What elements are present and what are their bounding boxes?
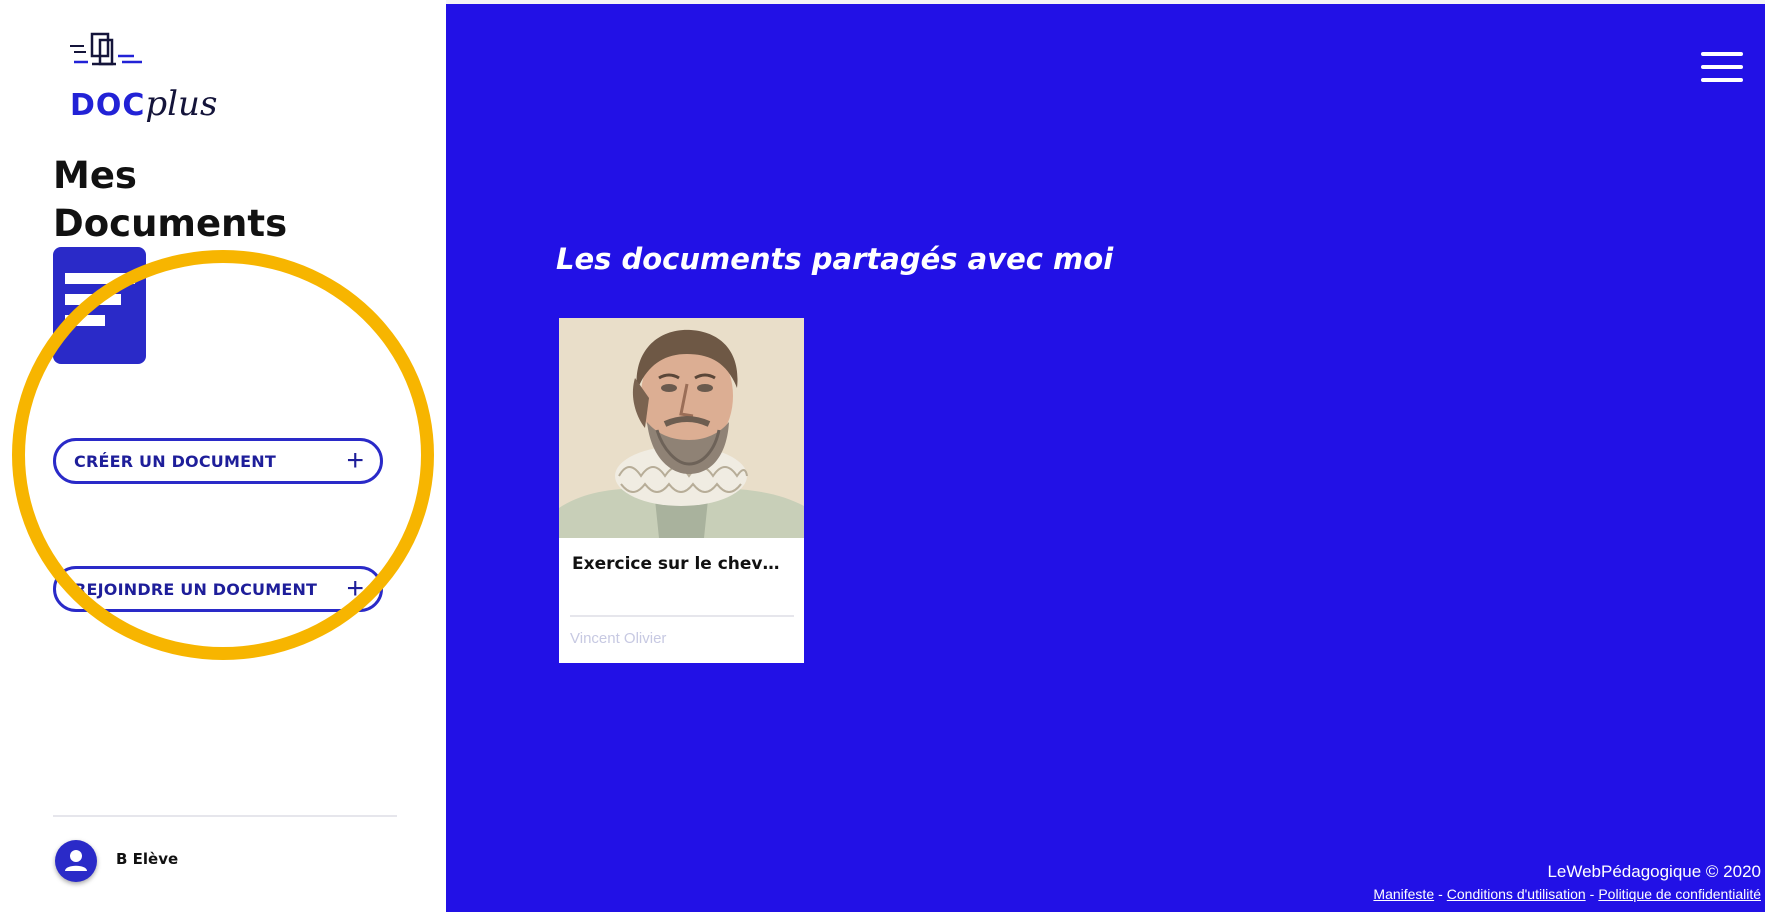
document-title: Exercice sur le chev…: [572, 554, 780, 574]
card-divider: [570, 615, 794, 617]
manifesto-link[interactable]: Manifeste: [1373, 886, 1434, 902]
logo-doc-text: DOC: [70, 88, 146, 123]
page-title-line1: Mes: [53, 154, 137, 197]
app-window: DOCplus Mes Documents CRÉER UN DOCUMENT …: [0, 0, 1765, 912]
main-content: Les documents partagés avec moi Exercice…: [446, 4, 1765, 912]
plus-icon: +: [346, 572, 364, 605]
page-title: Mes Documents: [53, 152, 287, 248]
user-name[interactable]: B Elève: [116, 850, 178, 868]
create-document-button[interactable]: CRÉER UN DOCUMENT +: [53, 438, 383, 484]
plus-icon: +: [346, 444, 364, 477]
copyright-text: LeWebPédagogique © 2020: [1547, 862, 1761, 881]
document-author: Vincent Olivier: [570, 630, 667, 647]
user-avatar[interactable]: [55, 840, 97, 882]
sidebar: DOCplus Mes Documents CRÉER UN DOCUMENT …: [0, 0, 446, 912]
join-document-button[interactable]: REJOINDRE UN DOCUMENT +: [53, 566, 383, 612]
join-document-label: REJOINDRE UN DOCUMENT: [74, 579, 318, 599]
sidebar-divider: [53, 815, 397, 817]
terms-link[interactable]: Conditions d'utilisation: [1447, 886, 1586, 902]
page-title-line2: Documents: [53, 202, 288, 245]
footer-links: Manifeste - Conditions d'utilisation - Polit…: [1373, 886, 1761, 902]
privacy-link[interactable]: Politique de confidentialité: [1598, 886, 1761, 902]
document-card[interactable]: Exercice sur le chev… Vincent Olivier: [559, 318, 804, 663]
docplus-logo[interactable]: DOCplus: [62, 30, 242, 130]
create-document-label: CRÉER UN DOCUMENT: [74, 451, 276, 471]
hamburger-menu-icon[interactable]: [1701, 52, 1743, 82]
shared-documents-title: Les documents partagés avec moi: [556, 242, 1114, 276]
user-icon: [65, 850, 87, 871]
logo-text: DOCplus: [70, 84, 217, 126]
portrait-thumbnail: [559, 318, 804, 538]
logo-plus-text: plus: [145, 84, 218, 124]
document-logo-icon: [70, 32, 142, 66]
documents-icon: [53, 247, 146, 364]
footer: LeWebPédagogique © 2020 Manifeste - Condit…: [1373, 862, 1761, 902]
